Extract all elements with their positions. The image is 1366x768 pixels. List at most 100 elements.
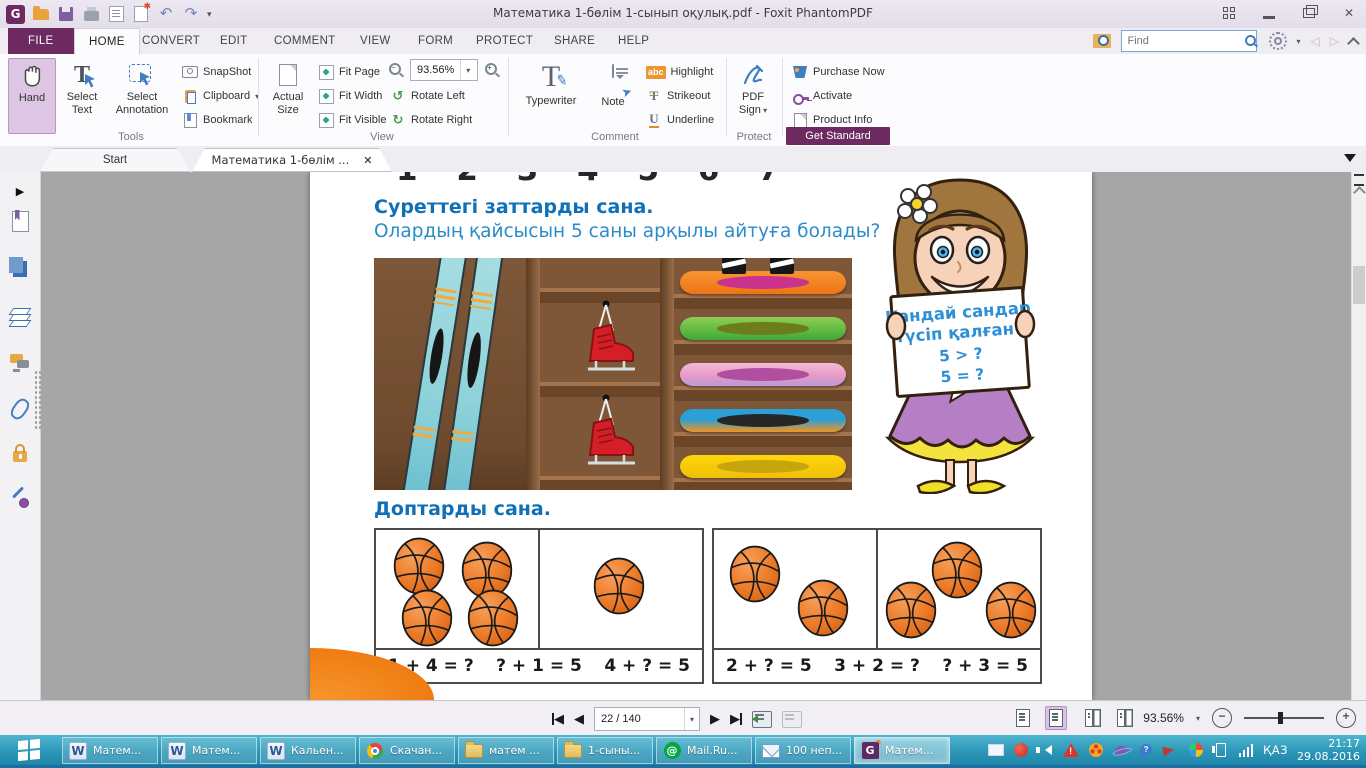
next-page-button[interactable]: ▶ <box>710 711 720 727</box>
actual-size-button[interactable]: Actual Size <box>264 58 312 132</box>
touch-mode-icon[interactable] <box>1220 6 1238 20</box>
comments-panel-icon[interactable] <box>9 352 31 374</box>
gear-icon[interactable] <box>1268 32 1287 50</box>
previous-page-button[interactable]: ◀ <box>574 711 584 727</box>
expand-panel-icon[interactable]: ▶ <box>9 180 31 202</box>
tab-help[interactable]: HELP <box>604 28 663 54</box>
zoom-slider-thumb[interactable] <box>1278 712 1283 724</box>
tab-start-page[interactable]: Start <box>40 148 190 172</box>
tab-view[interactable]: VIEW <box>346 28 405 54</box>
taskbar-button[interactable]: матем ... <box>458 737 554 764</box>
search-folder-icon[interactable] <box>1092 34 1111 48</box>
taskbar-button[interactable]: @ Mail.Ru... <box>656 737 752 764</box>
rotate-right-button[interactable]: ↻ Rotate Right <box>390 110 473 130</box>
zoom-in-icon[interactable]: + <box>484 62 500 78</box>
scrollbar-thumb[interactable] <box>1353 266 1365 304</box>
tab-current-document[interactable]: Математика 1-бөлім ... ✕ <box>192 148 392 172</box>
fit-page-button[interactable]: Fit Page <box>318 62 380 82</box>
tray-volume-icon[interactable] <box>1036 742 1054 758</box>
zoom-slider[interactable] <box>1244 712 1324 724</box>
purchase-now-button[interactable]: Purchase Now <box>792 62 885 82</box>
clipboard-button[interactable]: Clipboard ▾ <box>182 86 259 106</box>
tab-form[interactable]: FORM <box>404 28 467 54</box>
tab-edit[interactable]: EDIT <box>206 28 261 54</box>
search-icon[interactable] <box>1243 33 1259 49</box>
underline-button[interactable]: U Underline <box>646 110 714 130</box>
tab-protect[interactable]: PROTECT <box>462 28 547 54</box>
strikeout-button[interactable]: T Strikeout <box>646 86 711 106</box>
page-combo-caret-icon[interactable]: ▾ <box>684 708 699 730</box>
taskbar-button[interactable]: W Матем... <box>161 737 257 764</box>
hand-tool-button[interactable]: Hand <box>8 58 56 134</box>
continuous-view-icon[interactable] <box>1045 706 1068 730</box>
signature-panel-icon[interactable] <box>9 488 31 510</box>
find-options-caret-icon[interactable]: ▾ <box>1297 37 1301 46</box>
page-number-combo[interactable]: 22 / 140 ▾ <box>594 707 700 731</box>
first-page-button[interactable]: ◀ <box>552 711 564 727</box>
tab-convert[interactable]: CONVERT <box>128 28 214 54</box>
zoom-caret-icon[interactable]: ▾ <box>1196 714 1200 723</box>
zoom-in-button[interactable]: + <box>1336 708 1356 728</box>
panel-splitter-handle[interactable] <box>34 370 42 430</box>
continuous-facing-view-icon[interactable] <box>1111 707 1131 729</box>
collapse-ribbon-icon[interactable] <box>1347 36 1360 50</box>
taskbar-button[interactable]: Скачан... <box>359 737 455 764</box>
restore-button[interactable] <box>1300 5 1318 20</box>
find-input[interactable] <box>1120 30 1257 52</box>
history-forward-icon[interactable]: ▷ <box>1330 34 1339 48</box>
taskbar-button[interactable]: 100 неп... <box>755 737 851 764</box>
zoom-out-icon[interactable]: − <box>388 62 404 78</box>
snapshot-button[interactable]: SnapShot <box>182 62 251 82</box>
typewriter-button[interactable]: T ✎ Typewriter <box>516 58 586 132</box>
tray-network-icon[interactable] <box>1238 742 1254 758</box>
tray-power-icon[interactable] <box>1212 742 1229 758</box>
zoom-combo-caret-icon[interactable]: ▾ <box>460 60 475 80</box>
fit-visible-button[interactable]: Fit Visible <box>318 110 386 130</box>
taskbar-button[interactable]: G Матем... <box>854 737 950 764</box>
next-view-icon[interactable] <box>782 710 802 728</box>
page-thumbnails-icon[interactable] <box>9 257 31 280</box>
scroll-up-icon[interactable] <box>1353 186 1366 199</box>
layers-icon[interactable] <box>8 306 32 328</box>
get-standard-button[interactable]: Get Standard <box>786 127 890 145</box>
tab-share[interactable]: SHARE <box>540 28 609 54</box>
select-text-button[interactable]: T Select Text <box>58 58 106 132</box>
clock[interactable]: 21:17 29.08.2016 <box>1297 737 1360 763</box>
fit-width-button[interactable]: Fit Width <box>318 86 382 106</box>
attachments-icon[interactable] <box>7 395 33 423</box>
activate-button[interactable]: Activate <box>792 86 852 106</box>
tray-agent-icon[interactable] <box>1013 742 1029 758</box>
highlight-button[interactable]: abc Highlight <box>646 62 713 82</box>
single-page-view-icon[interactable] <box>1013 707 1033 729</box>
taskbar-button[interactable]: W Матем... <box>62 737 158 764</box>
taskbar-button[interactable]: W Кальен... <box>260 737 356 764</box>
history-back-icon[interactable]: ◁ <box>1311 34 1320 48</box>
tray-updates-icon[interactable] <box>1088 742 1104 758</box>
tray-mail-icon[interactable] <box>988 742 1005 758</box>
security-icon[interactable] <box>9 442 31 464</box>
bookmarks-panel-icon[interactable] <box>9 210 31 232</box>
split-view-handle[interactable] <box>1354 174 1364 186</box>
taskbar-button[interactable]: 1-сыны... <box>557 737 653 764</box>
previous-view-icon[interactable] <box>752 710 772 728</box>
close-button[interactable]: ✕ <box>1340 6 1358 20</box>
tray-assistant-icon[interactable]: ? <box>1138 742 1154 758</box>
tray-sputnik-icon[interactable] <box>1113 742 1129 758</box>
zoom-level-combo[interactable]: 93.56% ▾ <box>410 59 478 81</box>
last-page-button[interactable]: ▶ <box>730 711 742 727</box>
rotate-left-button[interactable]: ↺ Rotate Left <box>390 86 465 106</box>
tab-comment[interactable]: COMMENT <box>260 28 350 54</box>
tab-list-dropdown-icon[interactable] <box>1344 154 1356 168</box>
tray-ccleaner-icon[interactable] <box>1188 742 1204 758</box>
tray-warning-icon[interactable] <box>1063 742 1080 758</box>
pdf-sign-button[interactable]: PDF Sign ▾ <box>730 58 776 132</box>
facing-view-icon[interactable] <box>1079 707 1099 729</box>
tab-file[interactable]: FILE <box>8 28 74 54</box>
close-tab-icon[interactable]: ✕ <box>363 154 372 167</box>
vertical-scrollbar[interactable] <box>1351 172 1366 700</box>
start-button[interactable] <box>0 735 58 765</box>
note-button[interactable]: ➤ Note <box>590 58 636 132</box>
zoom-out-button[interactable]: − <box>1212 708 1232 728</box>
select-annotation-button[interactable]: Select Annotation <box>110 58 174 132</box>
minimize-button[interactable] <box>1260 6 1278 20</box>
